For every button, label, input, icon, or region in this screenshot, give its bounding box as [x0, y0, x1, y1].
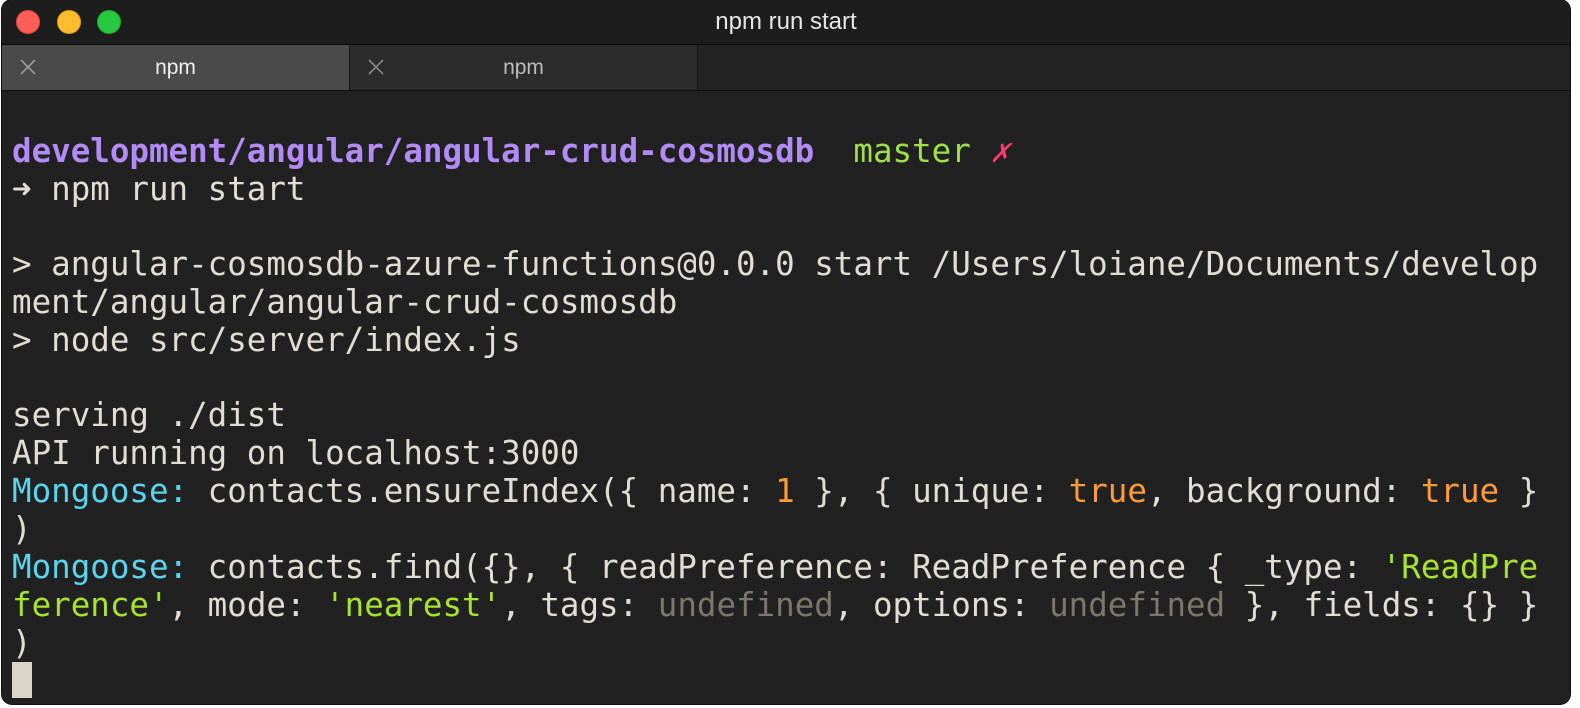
- mongoose-log-wrap: ): [12, 510, 32, 548]
- output-line: serving ./dist: [12, 396, 286, 434]
- script-line: > angular-cosmosdb-azure-functions@0.0.0…: [12, 245, 1539, 283]
- tab-bar: npm npm: [2, 45, 1570, 91]
- terminal-output[interactable]: development/angular/angular-crud-cosmosd…: [2, 91, 1570, 704]
- log-prefix: Mongoose:: [12, 548, 189, 586]
- log-undefined: undefined: [657, 586, 834, 624]
- log-text: }, { unique:: [794, 472, 1069, 510]
- log-text: }, fields: {} }: [1225, 586, 1539, 624]
- git-dirty-mark: ✗: [990, 132, 1010, 170]
- mongoose-log-line: Mongoose: contacts.ensureIndex({ name: 1…: [12, 472, 1539, 511]
- tab-label: npm: [155, 56, 196, 79]
- script-line: > node src/server/index.js: [12, 321, 521, 359]
- log-text: contacts.find({}, { readPreference: Read…: [188, 548, 1382, 586]
- log-string: ference': [12, 586, 169, 624]
- log-text: , options:: [833, 586, 1050, 624]
- terminal-cursor: [12, 662, 32, 698]
- tab-label: npm: [503, 56, 544, 79]
- log-text: , background:: [1146, 472, 1421, 510]
- log-prefix: Mongoose:: [12, 472, 189, 510]
- log-boolean: true: [1068, 472, 1147, 510]
- command-line: ➜ npm run start: [12, 170, 306, 208]
- tab-npm-1[interactable]: npm: [2, 45, 350, 90]
- window-title: npm run start: [715, 8, 857, 35]
- prompt-path: development/angular/angular-crud-cosmosd…: [12, 132, 815, 170]
- script-line: ment/angular/angular-crud-cosmosdb: [12, 283, 678, 321]
- log-text: contacts.ensureIndex({ name:: [188, 472, 776, 510]
- log-text: , tags:: [501, 586, 658, 624]
- log-boolean: true: [1420, 472, 1500, 510]
- log-string: 'ReadPre: [1381, 548, 1539, 586]
- log-number: 1: [775, 472, 795, 510]
- mongoose-log-wrap: ): [12, 624, 32, 662]
- log-string: 'nearest': [325, 586, 502, 624]
- log-text: , mode:: [168, 586, 326, 624]
- terminal-window: npm run start npm npm development/angula…: [2, 0, 1570, 704]
- log-undefined: undefined: [1049, 586, 1226, 624]
- mongoose-log-line: Mongoose: contacts.find({}, { readPrefer…: [12, 548, 1539, 587]
- output-line: API running on localhost:3000: [12, 434, 580, 472]
- prompt-line: development/angular/angular-crud-cosmosd…: [12, 132, 1010, 171]
- mongoose-log-line: ference', mode: 'nearest', tags: undefin…: [12, 586, 1539, 625]
- tab-npm-2[interactable]: npm: [350, 45, 698, 90]
- git-branch: master: [853, 132, 971, 170]
- title-bar[interactable]: npm run start: [2, 0, 1570, 45]
- log-text: }: [1499, 472, 1539, 510]
